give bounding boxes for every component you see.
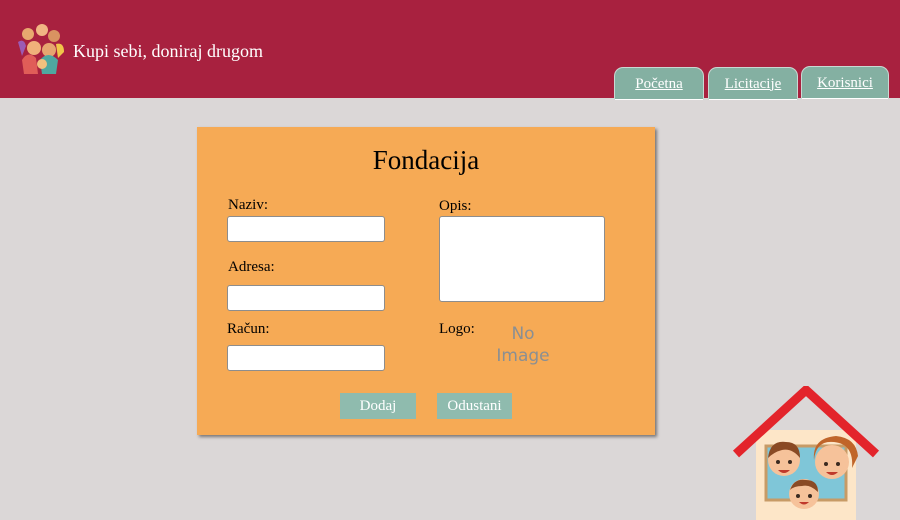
add-button[interactable]: Dodaj [340, 393, 416, 419]
children-group-icon [18, 24, 64, 74]
opis-textarea[interactable] [439, 216, 605, 302]
site-title: Kupi sebi, doniraj drugom [73, 41, 263, 61]
form-title: Fondacija [372, 145, 480, 175]
adresa-input[interactable] [227, 285, 385, 311]
naziv-label: Naziv: [228, 197, 268, 213]
opis-label: Opis: [439, 198, 472, 214]
logo-placeholder[interactable]: No Image [487, 323, 559, 367]
racun-input[interactable] [227, 345, 385, 371]
family-house-icon [732, 386, 880, 520]
tab-pocetna[interactable]: Početna [614, 67, 704, 100]
cancel-button[interactable]: Odustani [437, 393, 512, 419]
foundation-form-card: Fondacija Naziv: Adresa: Račun: Opis: Lo… [197, 127, 655, 435]
logo-label: Logo: [439, 321, 475, 337]
naziv-input[interactable] [227, 216, 385, 242]
tab-korisnici[interactable]: Korisnici [801, 66, 889, 99]
racun-label: Račun: [227, 321, 270, 337]
tab-licitacije[interactable]: Licitacije [708, 67, 798, 100]
adresa-label: Adresa: [228, 259, 275, 275]
